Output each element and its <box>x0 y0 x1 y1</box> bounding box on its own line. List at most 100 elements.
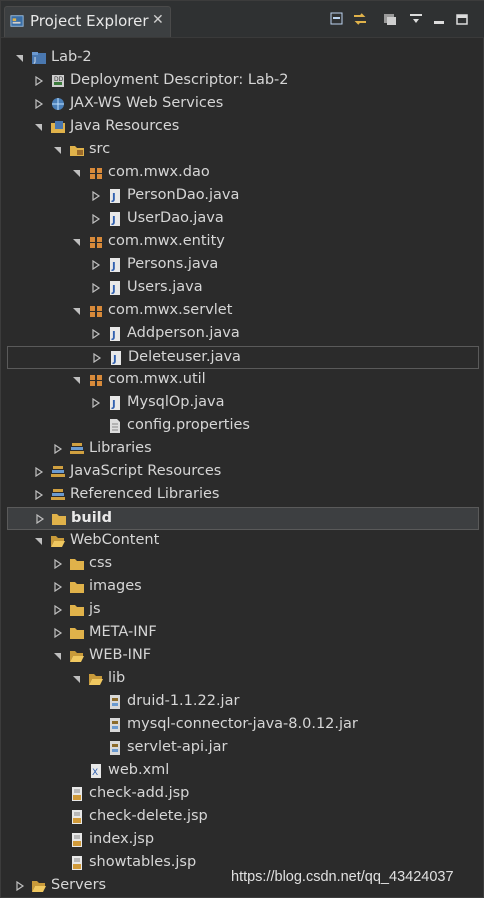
tree-item-label: com.mwx.dao <box>108 164 210 180</box>
view-menu-icon[interactable] <box>405 9 427 29</box>
tree-row-java-resources[interactable]: Java Resources <box>1 116 484 139</box>
tree-row-mysqlop-java[interactable]: J MysqlOp.java <box>1 392 484 415</box>
svg-text:J: J <box>111 330 116 341</box>
tree-row-web-inf[interactable]: WEB-INF <box>1 645 484 668</box>
tab-project-explorer[interactable]: Project Explorer ✕ <box>4 6 171 37</box>
collapsed-twisty-icon[interactable] <box>91 398 101 408</box>
tree-row-css[interactable]: css <box>1 553 484 576</box>
collapsed-twisty-icon[interactable] <box>34 76 44 86</box>
collapsed-twisty-icon[interactable] <box>53 605 63 615</box>
collapsed-twisty-icon[interactable] <box>34 490 44 500</box>
svg-text:J: J <box>111 284 116 295</box>
tree-item-label: lib <box>108 670 126 686</box>
tree-row-javascript-resources[interactable]: JavaScript Resources <box>1 461 484 484</box>
tree-row-userdao-java[interactable]: J UserDao.java <box>1 208 484 231</box>
tree-row-jax-ws-web-services[interactable]: JAX-WS Web Services <box>1 93 484 116</box>
tree-row-build[interactable]: build <box>7 507 479 530</box>
svg-text:J: J <box>111 192 116 203</box>
tree-row-mysql-connector-java-8-0-12-jar[interactable]: mysql-connector-java-8.0.12.jar <box>1 714 484 737</box>
tree-row-com-mwx-dao[interactable]: com.mwx.dao <box>1 162 484 185</box>
focus-icon[interactable] <box>379 9 401 29</box>
tree-row-check-add-jsp[interactable]: check-add.jsp <box>1 783 484 806</box>
collapsed-twisty-icon[interactable] <box>53 559 63 569</box>
collapsed-twisty-icon[interactable] <box>91 191 101 201</box>
tree-item-label: JAX-WS Web Services <box>70 95 224 111</box>
tree-item-label: PersonDao.java <box>127 187 240 203</box>
tree-item-label: mysql-connector-java-8.0.12.jar <box>127 716 358 732</box>
expanded-twisty-icon[interactable] <box>72 674 82 684</box>
collapse-all-icon[interactable] <box>326 9 348 29</box>
tree-row-com-mwx-servlet[interactable]: com.mwx.servlet <box>1 300 484 323</box>
tree-row-src[interactable]: src <box>1 139 484 162</box>
collapsed-twisty-icon[interactable] <box>91 260 101 270</box>
tree-item-label: Libraries <box>89 440 152 456</box>
tree-row-persons-java[interactable]: J Persons.java <box>1 254 484 277</box>
tree-row-servlet-api-jar[interactable]: servlet-api.jar <box>1 737 484 760</box>
link-with-editor-icon[interactable] <box>349 9 371 29</box>
tree-item-label: com.mwx.util <box>108 371 206 387</box>
tree-row-druid-1-1-22-jar[interactable]: druid-1.1.22.jar <box>1 691 484 714</box>
watermark-text: https://blog.csdn.net/qq_43424037 <box>231 869 454 885</box>
tree-row-check-delete-jsp[interactable]: check-delete.jsp <box>1 806 484 829</box>
expanded-twisty-icon[interactable] <box>72 168 82 178</box>
tree-item-label: Java Resources <box>70 118 180 134</box>
close-icon[interactable]: ✕ <box>152 12 164 28</box>
expanded-twisty-icon[interactable] <box>34 122 44 132</box>
folder-icon <box>69 625 85 641</box>
expanded-twisty-icon[interactable] <box>72 237 82 247</box>
folderopen-icon <box>69 648 85 664</box>
expanded-twisty-icon[interactable] <box>72 306 82 316</box>
svg-text:J: J <box>111 261 116 272</box>
tree-item-label: config.properties <box>127 417 250 433</box>
tree-item-label: Lab-2 <box>51 49 92 65</box>
collapsed-twisty-icon[interactable] <box>35 514 45 524</box>
folder-icon <box>51 511 67 527</box>
tree-item-label: JavaScript Resources <box>70 463 222 479</box>
tree-row-addperson-java[interactable]: J Addperson.java <box>1 323 484 346</box>
collapsed-twisty-icon[interactable] <box>91 283 101 293</box>
library-icon <box>50 487 66 503</box>
tree-row-js[interactable]: js <box>1 599 484 622</box>
expanded-twisty-icon[interactable] <box>53 145 63 155</box>
collapsed-twisty-icon[interactable] <box>53 628 63 638</box>
svg-text:J: J <box>111 215 116 226</box>
tree-row-deleteuser-java[interactable]: J Deleteuser.java <box>7 346 479 369</box>
tree-row-deployment-descriptor-lab-2[interactable]: DD Deployment Descriptor: Lab-2 <box>1 70 484 93</box>
tree-item-label: src <box>89 141 111 157</box>
collapsed-twisty-icon[interactable] <box>91 329 101 339</box>
tree-item-label: Deployment Descriptor: Lab-2 <box>70 72 289 88</box>
collapsed-twisty-icon[interactable] <box>53 582 63 592</box>
collapsed-twisty-icon[interactable] <box>92 353 102 363</box>
tree-row-com-mwx-entity[interactable]: com.mwx.entity <box>1 231 484 254</box>
tree-row-lab-2[interactable]: J Lab-2 <box>1 47 484 70</box>
minimize-icon[interactable] <box>428 9 450 29</box>
tree-item-label: META-INF <box>89 624 157 640</box>
collapsed-twisty-icon[interactable] <box>53 444 63 454</box>
collapsed-twisty-icon[interactable] <box>15 881 25 891</box>
expanded-twisty-icon[interactable] <box>34 536 44 546</box>
tree-row-lib[interactable]: lib <box>1 668 484 691</box>
maximize-icon[interactable] <box>451 9 473 29</box>
expanded-twisty-icon[interactable] <box>15 53 25 63</box>
tree-row-webcontent[interactable]: WebContent <box>1 530 484 553</box>
srcfolder-icon <box>69 142 85 158</box>
expanded-twisty-icon[interactable] <box>53 651 63 661</box>
library-icon <box>50 464 66 480</box>
tree-row-config-properties[interactable]: config.properties <box>1 415 484 438</box>
collapsed-twisty-icon[interactable] <box>91 214 101 224</box>
tree-row-images[interactable]: images <box>1 576 484 599</box>
tree-row-meta-inf[interactable]: META-INF <box>1 622 484 645</box>
collapsed-twisty-icon[interactable] <box>34 467 44 477</box>
tree-row-libraries[interactable]: Libraries <box>1 438 484 461</box>
tree-item-label: MysqlOp.java <box>127 394 225 410</box>
tree-row-users-java[interactable]: J Users.java <box>1 277 484 300</box>
folderopen-icon <box>31 878 47 894</box>
tree-row-com-mwx-util[interactable]: com.mwx.util <box>1 369 484 392</box>
tree-row-index-jsp[interactable]: index.jsp <box>1 829 484 852</box>
tree-row-web-xml[interactable]: Xweb.xml <box>1 760 484 783</box>
tree-row-referenced-libraries[interactable]: Referenced Libraries <box>1 484 484 507</box>
tree-item-label: Servers <box>51 877 107 893</box>
tree-row-persondao-java[interactable]: J PersonDao.java <box>1 185 484 208</box>
collapsed-twisty-icon[interactable] <box>34 99 44 109</box>
expanded-twisty-icon[interactable] <box>72 375 82 385</box>
